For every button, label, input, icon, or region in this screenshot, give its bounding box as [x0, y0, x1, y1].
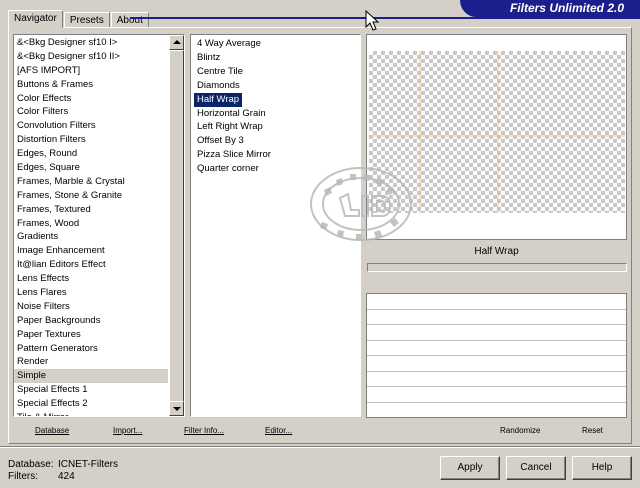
- banner-underline: [130, 17, 640, 19]
- category-item[interactable]: &<Bkg Designer sf10 I>: [14, 36, 168, 50]
- filter-item[interactable]: Blintz: [194, 51, 223, 65]
- category-scrollbar[interactable]: [169, 35, 184, 416]
- category-item[interactable]: Tile & Mirror: [14, 411, 168, 416]
- category-item[interactable]: Color Filters: [14, 105, 168, 119]
- wrap-seam-vertical: [497, 51, 499, 213]
- randomize-button[interactable]: Randomize: [500, 424, 540, 438]
- filters-unlimited-window: { "app_title": "Filters Unlimited 2.0", …: [0, 0, 640, 488]
- preview-pane: [366, 34, 627, 240]
- category-item[interactable]: Color Effects: [14, 92, 168, 106]
- category-item[interactable]: Convolution Filters: [14, 119, 168, 133]
- filter-item[interactable]: Half Wrap: [194, 92, 243, 107]
- category-item[interactable]: Lens Effects: [14, 272, 168, 286]
- category-item[interactable]: Gradients: [14, 230, 168, 244]
- app-title-banner: Filters Unlimited 2.0: [460, 0, 640, 17]
- parameter-row: [367, 294, 626, 310]
- parameter-row: [367, 356, 626, 372]
- wrap-seam-vertical: [419, 51, 421, 213]
- scroll-thumb[interactable]: [169, 50, 184, 403]
- filter-item[interactable]: Left Right Wrap: [194, 120, 266, 134]
- filters-value: 424: [58, 471, 75, 482]
- filter-item[interactable]: Centre Tile: [194, 65, 246, 79]
- filter-item[interactable]: Pizza Slice Mirror: [194, 148, 274, 162]
- parameter-row: [367, 310, 626, 325]
- category-item[interactable]: Frames, Wood: [14, 217, 168, 231]
- category-item[interactable]: &<Bkg Designer sf10 II>: [14, 50, 168, 64]
- category-item[interactable]: Buttons & Frames: [14, 78, 168, 92]
- category-item[interactable]: Edges, Square: [14, 161, 168, 175]
- category-item[interactable]: Paper Textures: [14, 328, 168, 342]
- parameter-row: [367, 325, 626, 341]
- filter-item[interactable]: 4 Way Average: [194, 37, 264, 51]
- category-item[interactable]: It@lian Editors Effect: [14, 258, 168, 272]
- category-item[interactable]: Special Effects 2: [14, 397, 168, 411]
- category-items: &<Bkg Designer sf10 I> &<Bkg Designer sf1…: [14, 35, 184, 416]
- database-label: Database:: [8, 459, 54, 470]
- parameter-row: [367, 372, 626, 387]
- footer-separator: [0, 446, 640, 448]
- apply-button[interactable]: Apply: [440, 456, 500, 480]
- category-item[interactable]: Pattern Generators: [14, 342, 168, 356]
- scroll-down-button[interactable]: [169, 401, 184, 416]
- preview-filter-label: Half Wrap: [474, 246, 519, 257]
- progress-bar: [367, 263, 627, 272]
- cancel-button[interactable]: Cancel: [506, 456, 566, 480]
- filter-info-button[interactable]: Filter Info...: [184, 424, 224, 438]
- category-list[interactable]: &<Bkg Designer sf10 I> &<Bkg Designer sf1…: [13, 34, 185, 417]
- parameter-row: [367, 341, 626, 356]
- filters-count-info: Filters: 424: [8, 471, 75, 482]
- filter-item[interactable]: Quarter corner: [194, 162, 262, 176]
- filters-label: Filters:: [8, 471, 38, 482]
- filter-items: 4 Way Average Blintz Centre Tile Diamonds Ha…: [191, 35, 360, 176]
- category-item[interactable]: Frames, Marble & Crystal: [14, 175, 168, 189]
- reset-button[interactable]: Reset: [582, 424, 603, 438]
- tab-strip: Navigator Presets About: [8, 10, 150, 28]
- category-item[interactable]: Paper Backgrounds: [14, 314, 168, 328]
- preview-image: [369, 51, 625, 213]
- filter-item[interactable]: Horizontal Grain: [194, 107, 269, 121]
- category-item[interactable]: Simple: [14, 369, 168, 384]
- filter-item[interactable]: Offset By 3: [194, 134, 247, 148]
- parameter-row: [367, 387, 626, 403]
- category-item[interactable]: Special Effects 1: [14, 383, 168, 397]
- category-item[interactable]: Lens Flares: [14, 286, 168, 300]
- tab-navigator[interactable]: Navigator: [8, 10, 63, 28]
- category-item[interactable]: Image Enhancement: [14, 244, 168, 258]
- help-button[interactable]: Help: [572, 456, 632, 480]
- filter-item[interactable]: Diamonds: [194, 79, 243, 93]
- database-value: ICNET-Filters: [58, 459, 118, 470]
- category-item[interactable]: Edges, Round: [14, 147, 168, 161]
- parameter-panel: [366, 293, 627, 418]
- database-info: Database: ICNET-Filters: [8, 459, 118, 470]
- category-item[interactable]: Frames, Textured: [14, 203, 168, 217]
- tab-about[interactable]: About: [110, 12, 149, 28]
- scroll-up-button[interactable]: [169, 35, 184, 50]
- category-item[interactable]: Render: [14, 355, 168, 369]
- category-item[interactable]: Frames, Stone & Granite: [14, 189, 168, 203]
- editor-button[interactable]: Editor...: [265, 424, 292, 438]
- category-item[interactable]: [AFS IMPORT]: [14, 64, 168, 78]
- database-button[interactable]: Database: [35, 424, 69, 438]
- mouse-pointer-icon: [365, 10, 380, 31]
- category-item[interactable]: Distortion Filters: [14, 133, 168, 147]
- filter-list[interactable]: 4 Way Average Blintz Centre Tile Diamonds Ha…: [190, 34, 361, 417]
- import-button[interactable]: Import...: [113, 424, 142, 438]
- category-item[interactable]: Noise Filters: [14, 300, 168, 314]
- tab-presets[interactable]: Presets: [63, 12, 110, 28]
